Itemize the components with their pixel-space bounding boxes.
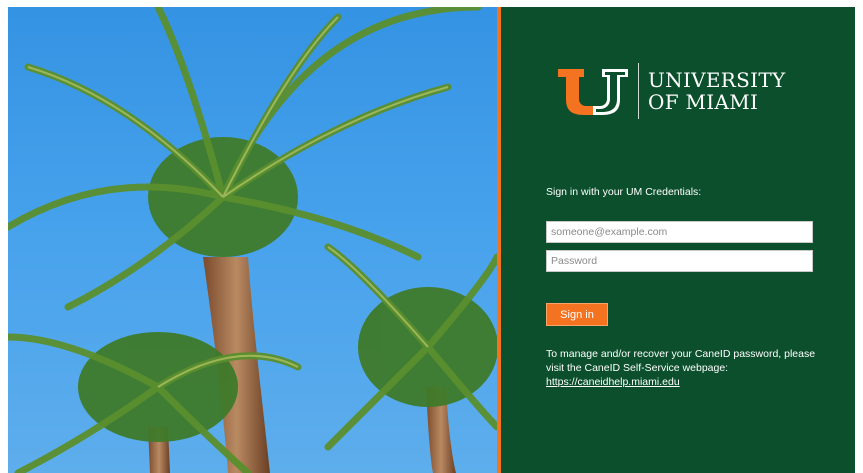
logo-separator	[638, 63, 639, 119]
sign-in-button[interactable]: Sign in	[546, 303, 608, 326]
palm-trees-photo	[8, 7, 497, 473]
help-line-1: To manage and/or recover your CaneID pas…	[546, 348, 816, 360]
university-name-line1: UNIVERSITY	[648, 68, 786, 92]
login-page: UNIVERSITY OF MIAMI Sign in with your UM…	[8, 7, 855, 473]
signin-instructions: Sign in with your UM Credentials:	[546, 186, 702, 198]
university-name-line2: OF MIAMI	[648, 90, 759, 114]
university-name: UNIVERSITY OF MIAMI	[648, 69, 786, 113]
email-field[interactable]	[546, 221, 813, 243]
university-logo: UNIVERSITY OF MIAMI	[558, 63, 798, 119]
um-u-logo-icon	[558, 69, 628, 115]
help-line-2: visit the CaneID Self-Service webpage:	[546, 362, 729, 374]
password-field[interactable]	[546, 250, 813, 272]
caneid-help-link[interactable]: https://caneidhelp.miami.edu	[546, 376, 680, 388]
signin-panel: UNIVERSITY OF MIAMI Sign in with your UM…	[501, 7, 855, 473]
palm-trees-illustration	[8, 7, 497, 473]
password-help-text: To manage and/or recover your CaneID pas…	[546, 347, 826, 389]
